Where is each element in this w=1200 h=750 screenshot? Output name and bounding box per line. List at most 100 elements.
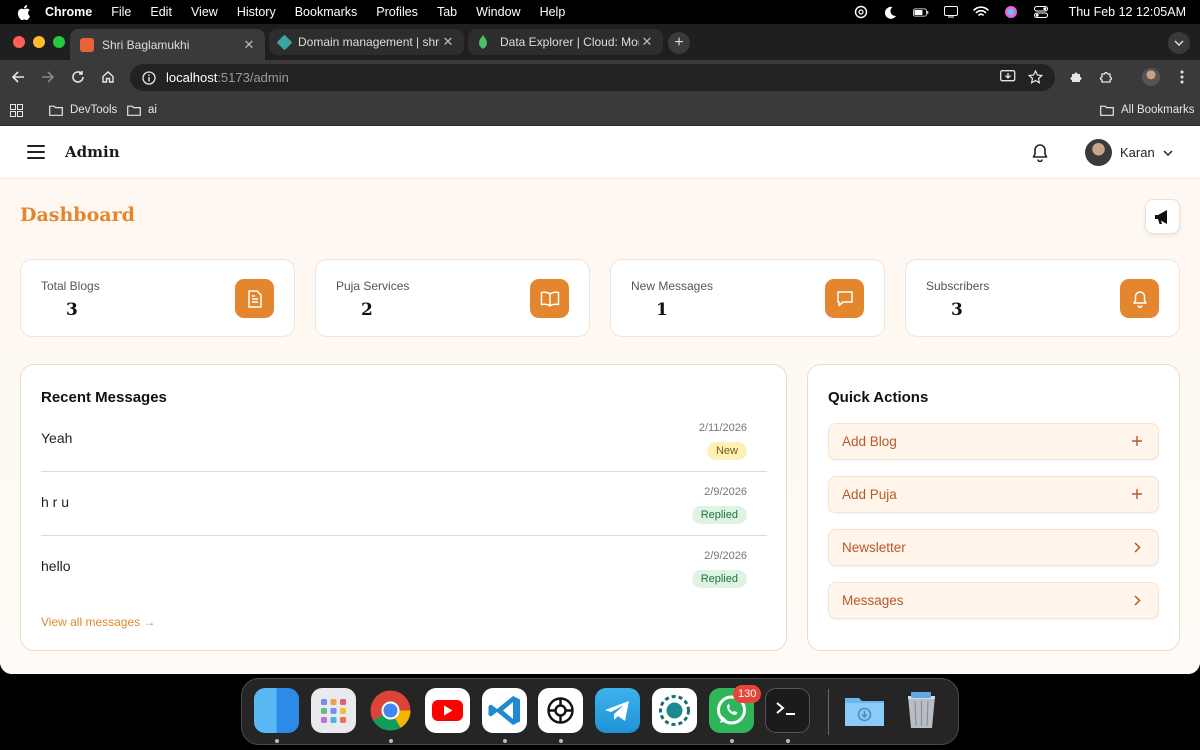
wifi-icon[interactable] [972, 5, 989, 19]
tab-search-button[interactable] [1168, 32, 1190, 54]
tab-domain-management[interactable]: Domain management | shriba ✕ [269, 29, 464, 55]
bookmark-folder-devtools[interactable]: DevTools [49, 94, 117, 126]
extensions-icon[interactable] [1096, 67, 1116, 87]
card-title: Quick Actions [828, 389, 929, 406]
chatgpt-app-icon[interactable] [538, 688, 583, 733]
new-tab-button[interactable]: + [668, 32, 690, 54]
extension-puzzle-dark-icon[interactable] [1066, 67, 1086, 87]
reload-icon[interactable] [68, 67, 88, 87]
stat-label: New Messages [631, 279, 714, 293]
notification-bell-icon[interactable] [1031, 143, 1049, 163]
chatgpt-status-icon[interactable] [853, 5, 869, 19]
tab-title: Data Explorer | Cloud: Mongo [500, 35, 639, 49]
launchpad-icon[interactable] [311, 688, 356, 733]
menu-edit[interactable]: Edit [150, 5, 172, 19]
message-text: hello [41, 558, 71, 574]
tab-shri-baglamukhi[interactable]: Shri Baglamukhi ✕ [70, 29, 265, 60]
chevron-right-icon [1129, 592, 1145, 608]
message-icon [825, 279, 864, 318]
control-center-icon[interactable] [1033, 5, 1049, 19]
megaphone-icon [1154, 209, 1167, 224]
dock-separator [828, 689, 829, 735]
menu-window[interactable]: Window [476, 5, 520, 19]
folder-icon [49, 105, 63, 116]
user-avatar [1085, 139, 1112, 166]
bookmark-star-icon[interactable] [1028, 70, 1043, 85]
menu-tab[interactable]: Tab [437, 5, 457, 19]
address-bar[interactable]: localhost:5173/admin [130, 64, 1055, 91]
telegram-app-icon[interactable] [595, 688, 640, 733]
user-name: Karan [1120, 145, 1155, 160]
siri-icon[interactable] [1003, 5, 1019, 19]
youtube-app-icon[interactable] [425, 688, 470, 733]
close-tab-icon[interactable]: ✕ [639, 34, 655, 50]
action-label: Messages [842, 593, 904, 608]
menu-view[interactable]: View [191, 5, 218, 19]
home-icon[interactable] [98, 67, 118, 87]
close-tab-icon[interactable]: ✕ [440, 34, 456, 50]
admin-app: Admin Karan Dashboard Total Blogs 3 Puja… [0, 126, 1200, 674]
maximize-window-button[interactable] [53, 36, 65, 48]
menu-history[interactable]: History [237, 5, 276, 19]
display-icon[interactable] [943, 5, 959, 19]
action-label: Add Blog [842, 434, 897, 449]
stat-value: 2 [361, 300, 373, 320]
view-all-messages-link[interactable]: View all messages → [41, 615, 156, 629]
finder-icon[interactable] [254, 688, 299, 733]
bookmark-folder-ai[interactable]: ai [127, 94, 157, 126]
add-puja-button[interactable]: Add Puja [828, 476, 1159, 513]
downloads-folder-icon[interactable] [842, 688, 887, 733]
minimize-window-button[interactable] [33, 36, 45, 48]
battery-icon[interactable] [912, 5, 929, 19]
vscode-app-icon[interactable] [482, 688, 527, 733]
terminal-app-icon[interactable] [765, 688, 810, 733]
status-badge: Replied [691, 570, 747, 588]
chrome-app-icon[interactable] [368, 688, 413, 733]
back-icon[interactable] [8, 67, 28, 87]
chrome-menu-icon[interactable] [1172, 67, 1192, 87]
tab-data-explorer[interactable]: Data Explorer | Cloud: Mongo ✕ [468, 29, 663, 55]
add-blog-button[interactable]: Add Blog [828, 423, 1159, 460]
site-info-icon[interactable] [136, 70, 162, 85]
menu-file[interactable]: File [111, 5, 131, 19]
app-header: Admin Karan [0, 126, 1200, 179]
screen-capture-app-icon[interactable] [652, 688, 697, 733]
menu-help[interactable]: Help [540, 5, 566, 19]
trash-icon[interactable] [899, 688, 944, 733]
hamburger-menu-icon[interactable] [27, 145, 45, 159]
newsletter-button[interactable]: Newsletter [828, 529, 1159, 566]
apps-grid-icon[interactable] [10, 94, 23, 126]
menu-profiles[interactable]: Profiles [376, 5, 418, 19]
message-text: Yeah [41, 430, 73, 446]
message-row[interactable]: hello 2/9/2026 Replied [41, 550, 767, 614]
all-bookmarks-button[interactable]: All Bookmarks [1100, 94, 1195, 126]
menu-chrome[interactable]: Chrome [45, 5, 92, 19]
user-menu[interactable]: Karan [1085, 139, 1173, 166]
message-date: 2/9/2026 [704, 486, 747, 498]
stat-label: Puja Services [336, 279, 410, 293]
quick-actions-card: Quick Actions Add Blog Add Puja Newslett… [807, 364, 1180, 651]
close-tab-icon[interactable]: ✕ [241, 37, 257, 53]
forward-icon[interactable] [38, 67, 58, 87]
chevron-down-icon [1163, 149, 1173, 156]
tab-strip: Shri Baglamukhi ✕ Domain management | sh… [0, 24, 1200, 60]
messages-button[interactable]: Messages [828, 582, 1159, 619]
message-row[interactable]: Yeah 2/11/2026 New [41, 422, 767, 486]
running-indicator [275, 739, 279, 743]
message-row[interactable]: h r u 2/9/2026 Replied [41, 486, 767, 550]
menu-bookmarks[interactable]: Bookmarks [295, 5, 358, 19]
app-brand: Admin [65, 143, 120, 161]
announcement-button[interactable] [1145, 199, 1180, 234]
divider [41, 535, 767, 536]
running-indicator [503, 739, 507, 743]
stat-card-total-blogs: Total Blogs 3 [20, 259, 295, 337]
install-app-icon[interactable] [1000, 70, 1016, 84]
running-indicator [786, 739, 790, 743]
apple-icon[interactable] [17, 4, 31, 20]
stat-label: Subscribers [926, 279, 990, 293]
menu-bar-clock[interactable]: Thu Feb 12 12:05AM [1069, 5, 1186, 19]
message-date: 2/9/2026 [704, 550, 747, 562]
profile-avatar[interactable] [1141, 67, 1161, 87]
close-window-button[interactable] [13, 36, 25, 48]
moon-icon[interactable] [883, 5, 899, 19]
